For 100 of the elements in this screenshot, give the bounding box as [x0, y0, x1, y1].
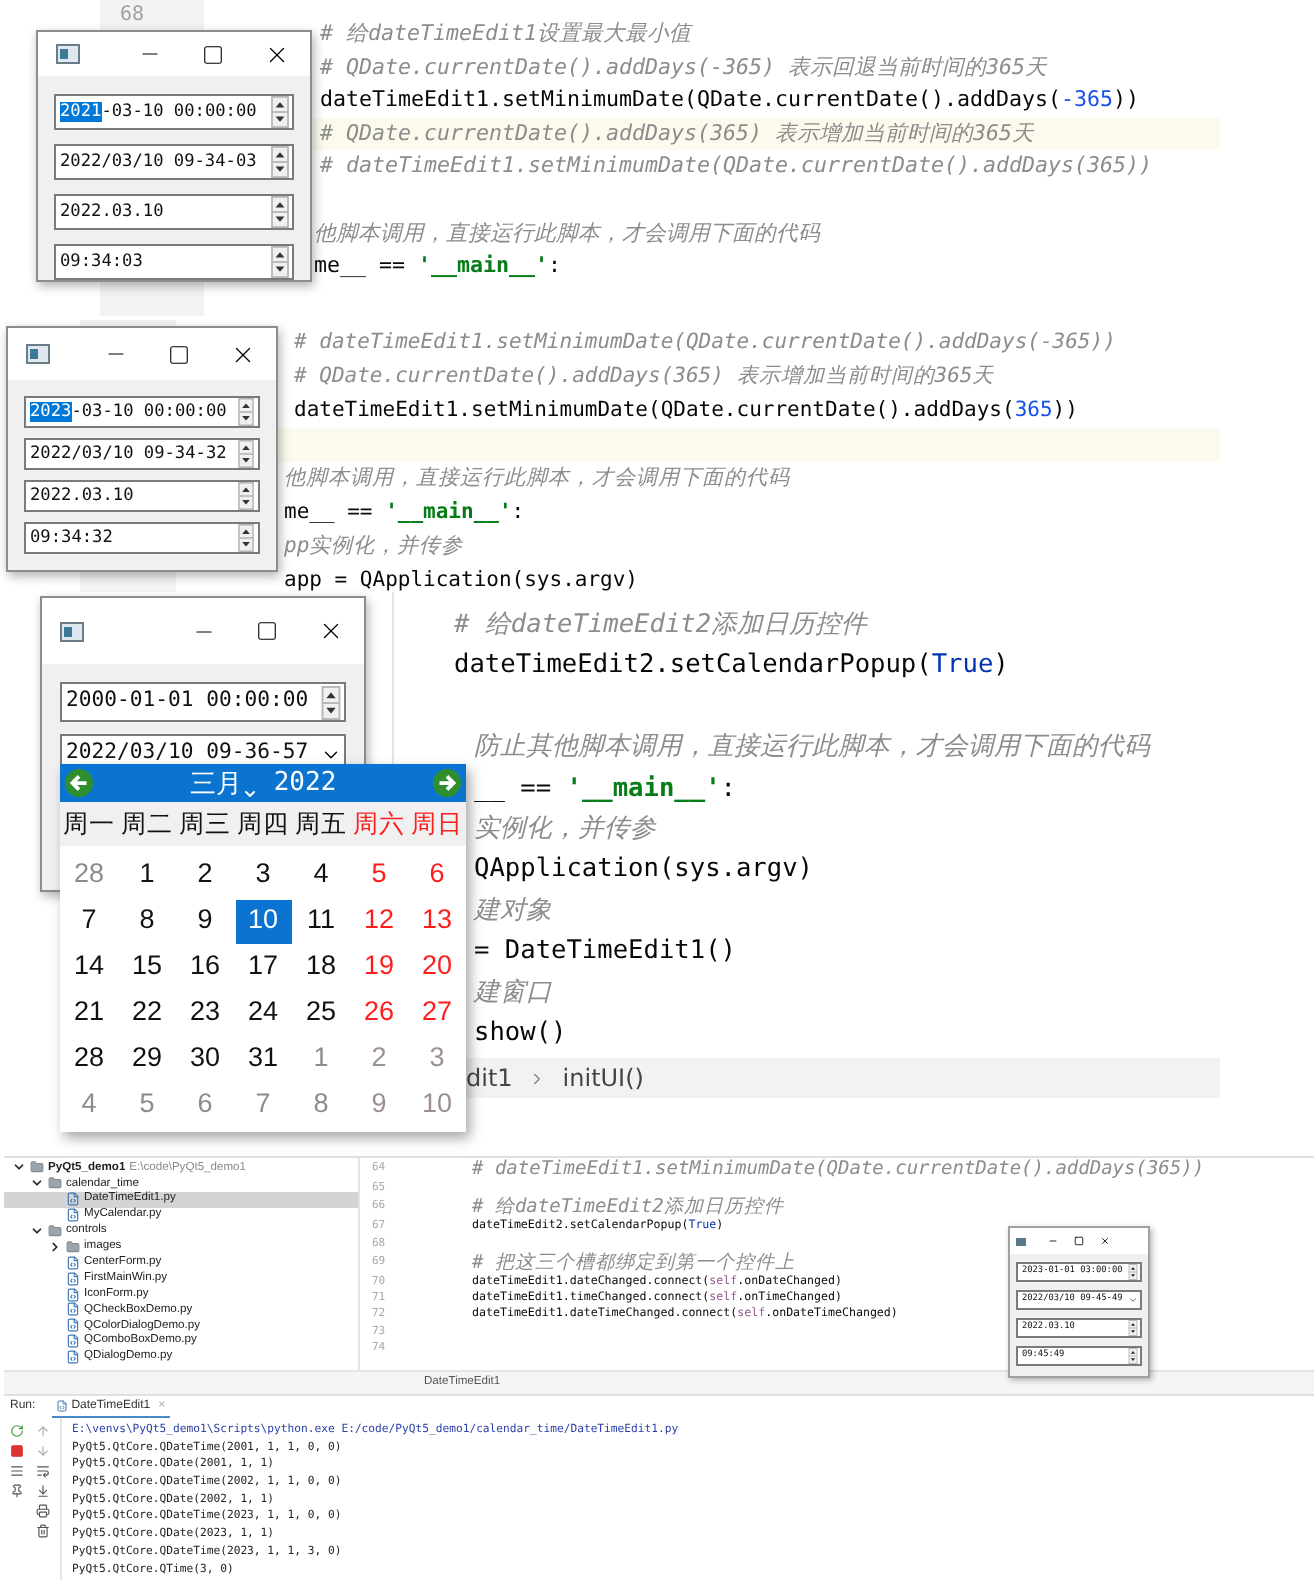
- maximize-icon[interactable]: [168, 343, 190, 365]
- calendar-day[interactable]: 15: [119, 945, 175, 989]
- calendar-day[interactable]: 25: [293, 991, 349, 1035]
- spin-arrows-icon[interactable]: [1128, 1348, 1138, 1364]
- folder-icon: [48, 1176, 62, 1191]
- code-line: 防止其他脚本调用，直接运行此脚本，才会调用下面的代码: [474, 732, 1150, 763]
- calendar-day[interactable]: 29: [119, 1037, 175, 1081]
- print-icon[interactable]: [35, 1504, 49, 1518]
- file-icon: [55, 1400, 68, 1412]
- datetime-field[interactable]: 09:34:32: [24, 522, 260, 554]
- rerun-icon[interactable]: [10, 1424, 24, 1438]
- spin-arrows-icon[interactable]: [236, 482, 256, 510]
- datetime-field[interactable]: 2000-01-01 00:00:00: [60, 682, 346, 722]
- calendar-day[interactable]: 26: [351, 991, 407, 1035]
- maximize-icon[interactable]: [256, 620, 278, 642]
- code-line: app = QApplication(sys.argv): [284, 568, 639, 592]
- calendar-day[interactable]: 1: [119, 853, 175, 897]
- code-line: 实例化，并传参: [474, 813, 656, 844]
- calendar-day[interactable]: 10: [235, 899, 291, 943]
- close-icon[interactable]: [318, 618, 344, 644]
- datetime-field[interactable]: 2022.03.10: [54, 194, 294, 230]
- app-icon: [26, 344, 50, 364]
- code-line: # QDate.currentDate().addDays(365) 表示增加当前时间的365天: [294, 364, 995, 388]
- code-line: QApplication(sys.argv): [474, 854, 813, 885]
- scroll-to-end-icon[interactable]: [35, 1484, 49, 1498]
- app-icon: [56, 44, 80, 64]
- spin-arrows-icon[interactable]: [270, 146, 290, 178]
- datetime-field[interactable]: 2023-03-10 00:00:00: [24, 396, 260, 428]
- folder-icon: [48, 1224, 62, 1238]
- code-line: me__ == '__main__':: [314, 252, 562, 279]
- spin-arrows-icon[interactable]: [270, 96, 290, 128]
- maximize-icon[interactable]: [1074, 1236, 1084, 1246]
- calendar-day[interactable]: 21: [61, 991, 117, 1035]
- calendar-day[interactable]: 30: [177, 1037, 233, 1081]
- calendar-day[interactable]: 27: [409, 991, 465, 1035]
- spin-arrows-icon[interactable]: [236, 440, 256, 468]
- spin-arrows-icon[interactable]: [320, 685, 342, 719]
- code-line: pp实例化，并传参: [284, 534, 464, 558]
- calendar-day[interactable]: 22: [119, 991, 175, 1035]
- code-line: # 把这三个槽都绑定到第一个控件上: [470, 1251, 795, 1274]
- pin-icon[interactable]: [10, 1484, 24, 1498]
- calendar-day[interactable]: 7: [61, 899, 117, 943]
- weekday-label: 周五: [293, 807, 349, 842]
- code-line: # 给dateTimeEdit1设置最大最小值: [320, 20, 692, 46]
- breadcrumb-item[interactable]: initUI(): [562, 1060, 644, 1096]
- code-line: # 给dateTimeEdit2添加日历控件: [454, 610, 868, 640]
- right-arrow-icon[interactable]: [432, 768, 462, 798]
- datetime-field[interactable]: 2022/03/10 09-34-32: [24, 438, 260, 470]
- code-line: 他脚本调用，直接运行此脚本，才会调用下面的代码: [284, 466, 790, 490]
- calendar-day[interactable]: 23: [177, 991, 233, 1035]
- calendar-day[interactable]: 13: [409, 899, 465, 943]
- spin-arrows-icon[interactable]: [1128, 1320, 1138, 1336]
- code-line: __ == '__main__':: [474, 773, 736, 804]
- caret-icon: [241, 786, 258, 803]
- calendar-day[interactable]: 12: [351, 899, 407, 943]
- calendar-day[interactable]: 20: [409, 945, 465, 989]
- code-line: # QDate.currentDate().addDays(-365) 表示回退当前时间的365天: [320, 53, 1048, 80]
- code-line: dateTimeEdit1.setMinimumDate(QDate.currentDate().addDays(365)): [294, 398, 1078, 422]
- code-line: # 给dateTimeEdit2添加日历控件: [470, 1196, 784, 1219]
- trash-icon[interactable]: [35, 1524, 49, 1538]
- spin-arrows-icon[interactable]: [270, 246, 290, 278]
- breadcrumb-item[interactable]: dit1: [466, 1060, 513, 1096]
- calendar-day[interactable]: 8: [119, 899, 175, 943]
- weekday-label: 周日: [409, 807, 465, 842]
- calendar-day[interactable]: 3: [235, 853, 291, 897]
- calendar-day[interactable]: 2: [177, 853, 233, 897]
- wrap-icon[interactable]: [35, 1464, 49, 1478]
- calendar-day[interactable]: 5: [351, 853, 407, 897]
- calendar-day[interactable]: 14: [61, 945, 117, 989]
- calendar-day[interactable]: 18: [293, 945, 349, 989]
- calendar-day[interactable]: 17: [235, 945, 291, 989]
- app-icon: [60, 621, 84, 641]
- datetime-field[interactable]: 09:34:03: [54, 244, 294, 280]
- calendar-day[interactable]: 16: [177, 945, 233, 989]
- left-arrow-icon[interactable]: [64, 768, 94, 798]
- maximize-icon[interactable]: [202, 43, 224, 65]
- stop-icon[interactable]: [10, 1444, 24, 1458]
- code-line: # dateTimeEdit1.setMinimumDate(QDate.currentDate().addDays(365)): [320, 152, 1153, 179]
- calendar-day[interactable]: 11: [293, 899, 349, 943]
- list-icon[interactable]: [10, 1464, 24, 1478]
- datetime-field[interactable]: 2022/03/10 09-34-03: [54, 144, 294, 180]
- calendar-day[interactable]: 9: [177, 899, 233, 943]
- code-line: me__ == '__main__':: [284, 500, 525, 524]
- calendar-day[interactable]: 31: [235, 1037, 291, 1081]
- calendar-day[interactable]: 19: [351, 945, 407, 989]
- calendar-day[interactable]: 6: [409, 853, 465, 897]
- spin-arrows-icon[interactable]: [236, 398, 256, 426]
- minimize-icon[interactable]: [1048, 1236, 1058, 1246]
- code-line: = DateTimeEdit1(): [474, 936, 736, 967]
- calendar-day[interactable]: 4: [293, 853, 349, 897]
- weekday-label: 周一: [61, 807, 117, 842]
- calendar-day[interactable]: 28: [61, 1037, 117, 1081]
- datetime-field[interactable]: 2021-03-10 00:00:00: [54, 94, 294, 130]
- calendar-day[interactable]: 24: [235, 991, 291, 1035]
- spin-arrows-icon[interactable]: [1128, 1264, 1138, 1280]
- datetime-field[interactable]: 2022.03.10: [24, 480, 260, 512]
- spin-arrows-icon[interactable]: [236, 524, 256, 552]
- code-line: dateTimeEdit2.setCalendarPopup(True): [454, 650, 1009, 681]
- spin-arrows-icon[interactable]: [270, 196, 290, 228]
- code-line: dateTimeEdit1.setMinimumDate(QDate.currentDate().addDays(-365)): [320, 86, 1140, 113]
